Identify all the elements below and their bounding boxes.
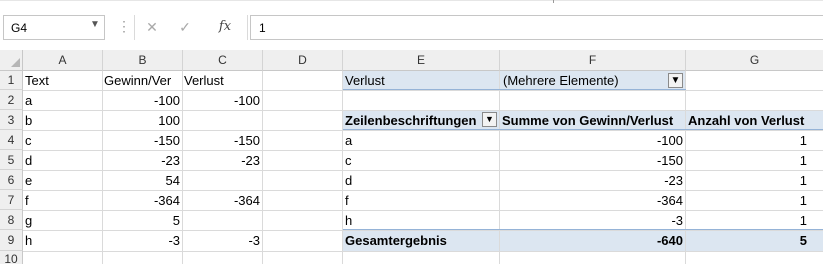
column-header-e[interactable]: E: [343, 50, 500, 71]
ribbon-edge: [0, 0, 823, 1]
pivot-row-count[interactable]: 1: [686, 171, 807, 190]
insert-function-icon[interactable]: fx: [214, 17, 236, 37]
cell-b3[interactable]: 100: [103, 111, 180, 130]
row-header-7[interactable]: 7: [0, 190, 23, 210]
cell-a8[interactable]: g: [25, 211, 102, 230]
row-header-1[interactable]: 1: [0, 71, 23, 90]
cell-a3[interactable]: b: [25, 111, 102, 130]
drag-handle-icon[interactable]: ⋮: [117, 15, 131, 40]
pivot-filter-field[interactable]: Verlust: [345, 71, 495, 90]
grid-line: [23, 251, 823, 252]
formula-value: 1: [259, 21, 266, 35]
cell-a9[interactable]: h: [25, 231, 102, 250]
name-box[interactable]: G4 ▼: [3, 15, 105, 40]
cell-c4[interactable]: -150: [183, 131, 260, 150]
ribbon-mark: [553, 0, 554, 3]
pivot-row-sum[interactable]: -100: [500, 131, 683, 150]
pivot-row-label[interactable]: a: [345, 131, 495, 150]
divider: [134, 15, 135, 40]
cell-a2[interactable]: a: [25, 91, 102, 110]
row-header-4[interactable]: 4: [0, 130, 23, 150]
pivot-row-count[interactable]: 1: [686, 131, 807, 150]
pivot-header-rowlabels[interactable]: Zeilenbeschriftungen: [345, 111, 480, 130]
cell-b9[interactable]: -3: [103, 231, 180, 250]
pivot-row-label[interactable]: c: [345, 151, 495, 170]
formula-input[interactable]: 1: [250, 15, 823, 40]
cell-b7[interactable]: -364: [103, 191, 180, 210]
row-header-2[interactable]: 2: [0, 90, 23, 110]
pivot-row-count[interactable]: 1: [686, 191, 807, 210]
cell-a7[interactable]: f: [25, 191, 102, 210]
row-header-10[interactable]: 10: [0, 251, 23, 266]
grid-line: [262, 71, 263, 264]
column-header-c[interactable]: C: [183, 50, 263, 71]
pivot-row-sum[interactable]: -364: [500, 191, 683, 210]
cell-a4[interactable]: c: [25, 131, 102, 150]
chevron-down-icon[interactable]: ▼: [482, 112, 497, 127]
row-header-8[interactable]: 8: [0, 210, 23, 230]
cell-b8[interactable]: 5: [103, 211, 180, 230]
cell-c7[interactable]: -364: [183, 191, 260, 210]
column-header-a[interactable]: A: [23, 50, 103, 71]
pivot-row-count[interactable]: 1: [686, 211, 807, 230]
divider: [247, 15, 248, 40]
cell-c5[interactable]: -23: [183, 151, 260, 170]
filter-dropdown-icon[interactable]: ▼: [668, 73, 683, 88]
pivot-row-count[interactable]: 1: [686, 151, 807, 170]
pivot-header-sum[interactable]: Summe von Gewinn/Verlust: [502, 111, 686, 130]
column-header-f[interactable]: F: [500, 50, 686, 71]
cell-b6[interactable]: 54: [103, 171, 180, 190]
column-header-b[interactable]: B: [103, 50, 183, 71]
cell-a1[interactable]: Text: [25, 71, 102, 90]
pivot-filter-value[interactable]: (Mehrere Elemente): [503, 71, 663, 90]
pivot-total-label[interactable]: Gesamtergebnis: [345, 231, 495, 250]
cell-a5[interactable]: d: [25, 151, 102, 170]
cell-c9[interactable]: -3: [183, 231, 260, 250]
cell-c2[interactable]: -100: [183, 91, 260, 110]
pivot-row-label[interactable]: f: [345, 191, 495, 210]
column-header-d[interactable]: D: [263, 50, 343, 71]
pivot-row-sum[interactable]: -150: [500, 151, 683, 170]
pivot-total-count[interactable]: 5: [686, 231, 807, 250]
cell-c1[interactable]: Verlust: [184, 71, 262, 90]
cell-b2[interactable]: -100: [103, 91, 180, 110]
cell-a6[interactable]: e: [25, 171, 102, 190]
row-header-9[interactable]: 9: [0, 230, 23, 251]
pivot-header-count[interactable]: Anzahl von Verlust: [688, 111, 823, 130]
enter-icon[interactable]: ✓: [174, 17, 196, 37]
cell-b4[interactable]: -150: [103, 131, 180, 150]
select-all-icon: [11, 58, 20, 67]
row-header-6[interactable]: 6: [0, 170, 23, 190]
row-header-5[interactable]: 5: [0, 150, 23, 170]
name-box-value: G4: [11, 21, 28, 35]
pivot-row-label[interactable]: h: [345, 211, 495, 230]
grid-line: [342, 71, 343, 264]
column-header-g[interactable]: G: [686, 50, 823, 71]
pivot-row-sum[interactable]: -3: [500, 211, 683, 230]
cell-b5[interactable]: -23: [103, 151, 180, 170]
pivot-row-sum[interactable]: -23: [500, 171, 683, 190]
pivot-total-sum[interactable]: -640: [500, 231, 683, 250]
formula-bar: G4 ▼ ⋮ ✕ ✓ fx 1: [0, 0, 823, 50]
pivot-row-label[interactable]: d: [345, 171, 495, 190]
chevron-down-icon[interactable]: ▼: [90, 19, 100, 30]
row-header-3[interactable]: 3: [0, 110, 23, 130]
cancel-icon[interactable]: ✕: [141, 17, 163, 37]
cell-b1[interactable]: Gewinn/Ver: [104, 71, 182, 90]
